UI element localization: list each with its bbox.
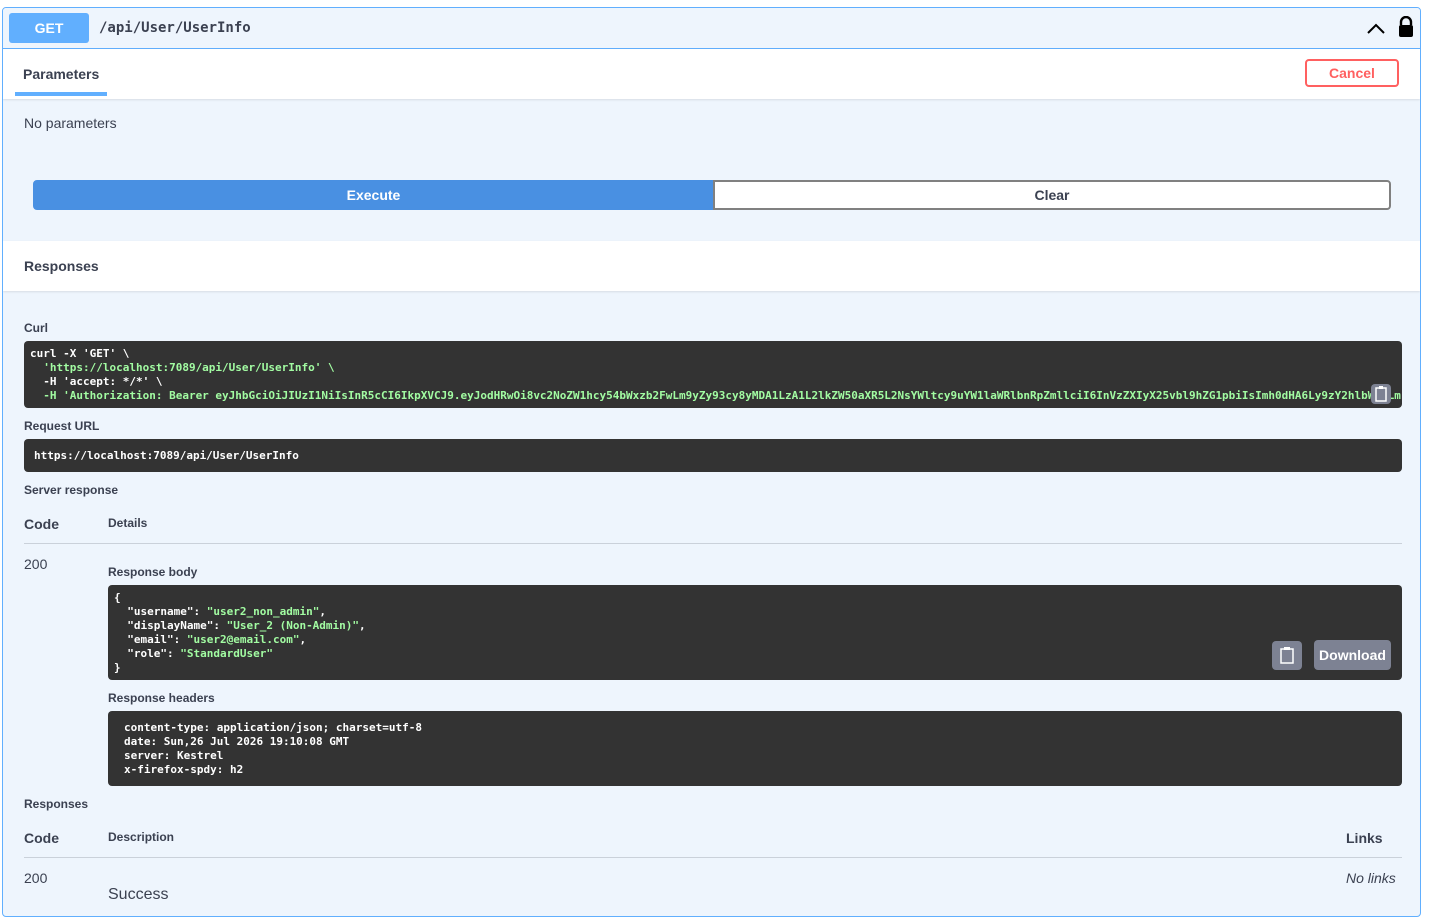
execute-button[interactable]: Execute [33, 180, 714, 210]
copy-curl-button[interactable] [1371, 384, 1391, 404]
header-line: server: Kestrel [124, 749, 224, 762]
response-description: Success [108, 886, 169, 903]
tab-active-indicator [15, 92, 107, 96]
copy-response-button[interactable] [1272, 641, 1302, 670]
curl-code-block[interactable]: curl -X 'GET' \ 'https://localhost:7089/… [24, 341, 1402, 408]
responses-label: Responses [24, 797, 89, 811]
method-badge: GET [9, 13, 89, 43]
responses-description-header: Description [108, 830, 175, 844]
server-response-code-header: Code [24, 516, 59, 532]
header-line: content-type: application/json; charset=… [124, 721, 423, 734]
clipboard-icon [1280, 647, 1294, 664]
clear-button[interactable]: Clear [713, 180, 1391, 210]
server-response-label: Server response [24, 483, 119, 497]
download-button[interactable]: Download [1314, 640, 1391, 670]
clipboard-icon [1375, 386, 1387, 402]
header-line: date: Sun,26 Jul 2026 19:10:08 GMT [124, 735, 350, 748]
cancel-button[interactable]: Cancel [1305, 59, 1399, 87]
operation-summary[interactable]: GET /api/User/UserInfo [3, 8, 1420, 49]
chevron-up-icon[interactable] [1365, 18, 1387, 40]
response-body-label: Response body [108, 565, 198, 579]
header-line: x-firefox-spdy: h2 [124, 763, 244, 776]
curl-line: -H 'Authorization: Bearer eyJhbGciOiJIUz… [30, 389, 1401, 402]
response-links: No links [1346, 870, 1396, 886]
request-url-label: Request URL [24, 419, 100, 433]
endpoint-path: /api/User/UserInfo [99, 20, 251, 36]
tab-parameters[interactable]: Parameters [15, 49, 107, 95]
json-line: "username": "user2_non_admin", [127, 605, 326, 618]
responses-code-header: Code [24, 830, 59, 846]
responses-header: Responses [3, 241, 1420, 291]
response-headers-block[interactable]: content-type: application/json; charset=… [108, 711, 1402, 786]
curl-line: 'https://localhost:7089/api/User/UserInf… [30, 361, 335, 374]
responses-links-header: Links [1346, 830, 1383, 846]
curl-label: Curl [24, 321, 48, 335]
request-url-value: https://localhost:7089/api/User/UserInfo [34, 449, 299, 462]
json-line: "role": "StandardUser" [127, 647, 273, 660]
curl-line: -H 'accept: */*' \ [30, 375, 163, 388]
json-line: "displayName": "User_2 (Non-Admin)", [127, 619, 366, 632]
json-open-brace: { [114, 591, 121, 604]
table-divider [24, 543, 1402, 544]
curl-line: curl -X 'GET' \ [30, 347, 130, 360]
responses-title: Responses [24, 258, 99, 274]
table-divider [24, 857, 1402, 858]
response-body-block[interactable]: { "username": "user2_non_admin", "displa… [108, 585, 1402, 680]
lock-icon[interactable] [1397, 16, 1415, 38]
parameters-header: Parameters Cancel [3, 49, 1420, 99]
no-parameters-text: No parameters [24, 115, 117, 131]
server-response-details-header: Details [108, 516, 148, 530]
response-headers-label: Response headers [108, 691, 215, 705]
response-status-code: 200 [24, 556, 48, 572]
operation-block: GET /api/User/UserInfo Parameters Cancel… [2, 7, 1421, 917]
request-url-block[interactable]: https://localhost:7089/api/User/UserInfo [24, 439, 1402, 472]
response-code: 200 [24, 870, 48, 886]
json-line: "email": "user2@email.com", [127, 633, 307, 646]
json-close-brace: } [114, 661, 121, 674]
